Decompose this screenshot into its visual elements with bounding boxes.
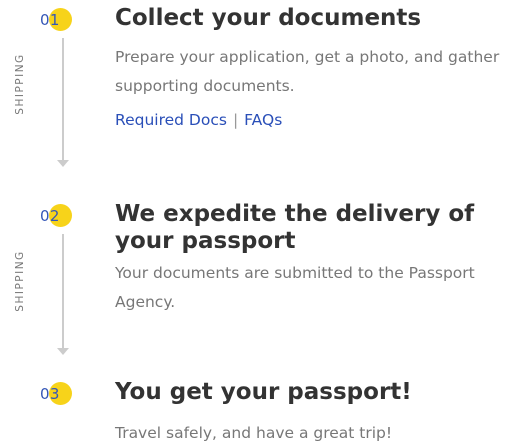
progress-rail [62,234,64,350]
step-description: Prepare your application, get a photo, a… [115,48,500,95]
progress-rail [62,38,64,162]
step-description: Travel safely, and have a great trip! [115,424,393,441]
faqs-link[interactable]: FAQs [244,111,282,129]
step-description: Your documents are submitted to the Pass… [115,264,475,311]
arrow-down-icon [57,348,69,355]
step-title: You get your passport! [115,379,412,405]
step-number: 02 [40,207,60,225]
step-number: 03 [40,385,60,403]
step-number-badge: 02 [40,204,78,228]
side-label-text: SHIPPING [14,53,26,115]
link-separator: | [232,111,239,129]
step-title: Collect your documents [115,5,422,31]
step-number: 01 [40,11,60,29]
arrow-down-icon [57,160,69,167]
side-label-text: SHIPPING [14,250,26,312]
step-number-badge: 03 [40,382,78,406]
step-links: Required Docs | FAQs [115,111,282,129]
step-number-badge: 01 [40,8,78,32]
passport-steps-page: 01 SHIPPING Collect your documents Prepa… [0,0,511,441]
step-title: We expedite the delivery of your passpor… [115,201,475,254]
required-docs-link[interactable]: Required Docs [115,111,227,129]
